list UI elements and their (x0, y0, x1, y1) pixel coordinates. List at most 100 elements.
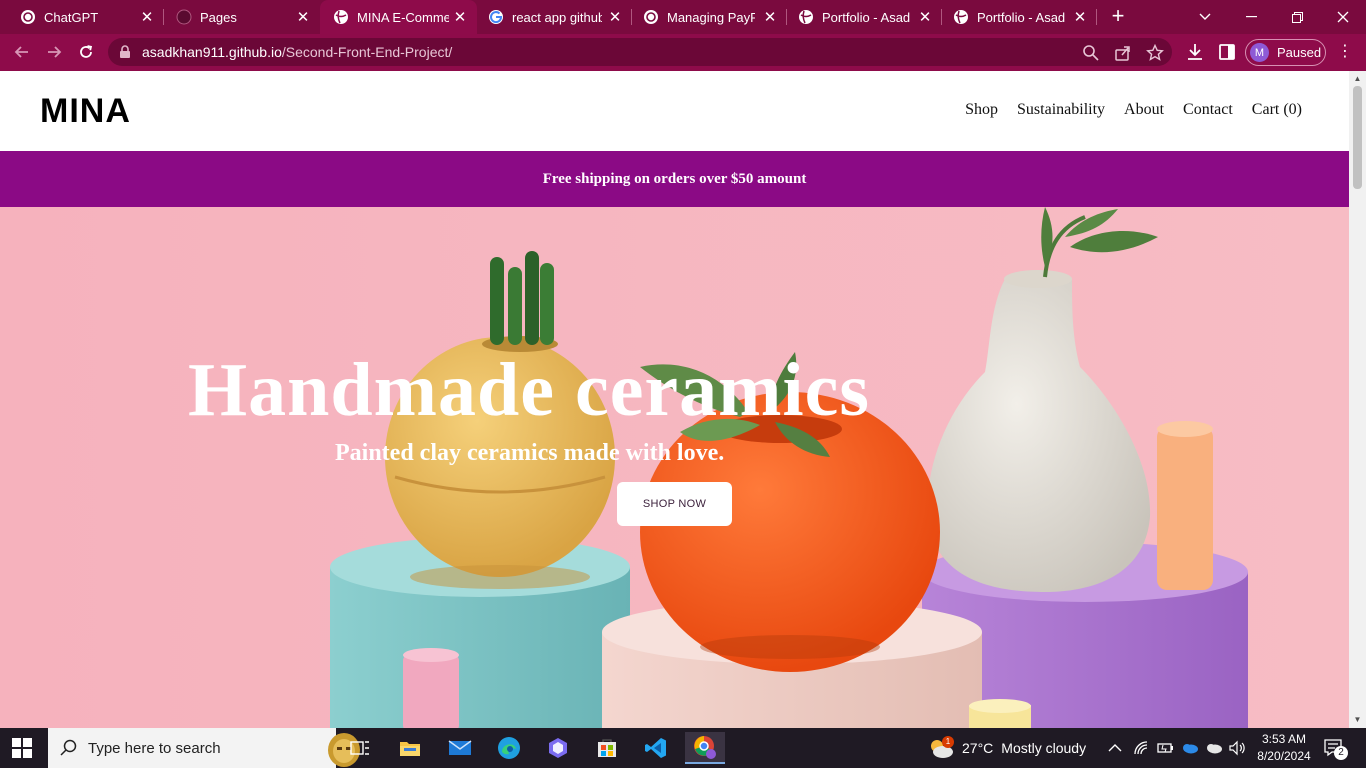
lock-icon[interactable] (119, 45, 131, 59)
promo-banner: Free shipping on orders over $50 amount (0, 151, 1349, 207)
search-placeholder: Type here to search (88, 739, 221, 757)
nav-contact[interactable]: Contact (1183, 101, 1233, 119)
close-tab-icon[interactable]: ✕ (294, 8, 312, 26)
tab-chatgpt[interactable]: ChatGPT ✕ (0, 0, 164, 34)
chrome-button[interactable] (685, 732, 725, 764)
address-bar[interactable]: asadkhan911.github.io/Second-Front-End-P… (108, 38, 1172, 66)
close-tab-icon[interactable]: ✕ (761, 8, 779, 26)
weather-widget[interactable]: 1 27°C Mostly cloudy (928, 728, 1086, 768)
profile-button[interactable]: M Paused (1245, 39, 1326, 66)
browser-menu-icon[interactable]: ⋮ (1337, 42, 1353, 62)
reload-button[interactable] (74, 40, 98, 64)
page-scrollbar[interactable]: ▲ ▼ (1349, 71, 1366, 728)
reload-icon (80, 45, 93, 58)
globe-icon (954, 10, 968, 24)
nav-shop[interactable]: Shop (965, 101, 998, 119)
site-logo[interactable]: MINA (40, 92, 131, 131)
cloud-sync-icon[interactable] (1205, 728, 1223, 768)
tab-mina-ecommerce[interactable]: MINA E-Commerce ✕ (320, 0, 477, 34)
bookmark-star-icon[interactable] (1146, 44, 1164, 62)
scroll-down-icon[interactable]: ▼ (1353, 715, 1362, 724)
clock-time: 3:53 AM (1261, 732, 1307, 746)
tab-portfolio-asad-2[interactable]: Portfolio - Asad ✕ (942, 0, 1097, 34)
mail-button[interactable] (440, 732, 480, 764)
avatar: M (1250, 43, 1269, 62)
nav-about[interactable]: About (1124, 101, 1164, 119)
battery-icon[interactable] (1157, 728, 1175, 768)
volume-icon[interactable] (1228, 728, 1246, 768)
restore-button[interactable] (1274, 0, 1320, 34)
search-icon (60, 739, 77, 756)
taskbar-search-box[interactable]: Type here to search (48, 728, 360, 768)
vscode-button[interactable] (636, 732, 676, 764)
hero-title: Handmade ceramics (188, 348, 870, 432)
tab-portfolio-asad[interactable]: Portfolio - Asad ✕ (787, 0, 942, 34)
tab-title: Portfolio - Asad (822, 9, 911, 25)
nav-sustainability[interactable]: Sustainability (1017, 101, 1105, 119)
url-host: asadkhan911.github.io (142, 44, 282, 60)
show-hidden-icons-button[interactable] (1108, 728, 1122, 768)
minimize-button[interactable] (1228, 0, 1274, 34)
onedrive-icon[interactable] (1181, 728, 1199, 768)
tab-react-app-github[interactable]: react app github ✕ (477, 0, 632, 34)
nav-cart[interactable]: Cart (0) (1252, 101, 1302, 119)
tab-managing-paypal[interactable]: Managing PayPal ✕ (632, 0, 787, 34)
scroll-up-icon[interactable]: ▲ (1353, 74, 1362, 83)
browser-toolbar: asadkhan911.github.io/Second-Front-End-P… (0, 34, 1366, 71)
copilot-button[interactable] (538, 732, 578, 764)
notification-center-button[interactable]: 2 (1324, 728, 1348, 768)
close-tab-icon[interactable]: ✕ (916, 8, 934, 26)
weather-badge: 1 (942, 736, 954, 748)
microsoft-store-button[interactable] (587, 732, 627, 764)
chevron-up-icon (1108, 744, 1122, 752)
close-tab-icon[interactable]: ✕ (138, 8, 156, 26)
new-tab-button[interactable]: + (1106, 5, 1130, 29)
network-icon[interactable] (1133, 728, 1149, 768)
close-tab-icon[interactable]: ✕ (451, 8, 469, 26)
url-text[interactable]: asadkhan911.github.io/Second-Front-End-P… (142, 44, 452, 60)
scrollbar-thumb[interactable] (1353, 86, 1362, 189)
close-window-button[interactable] (1320, 0, 1366, 34)
zoom-search-icon[interactable] (1082, 44, 1100, 62)
share-icon[interactable] (1114, 44, 1132, 62)
tab-pages[interactable]: Pages ✕ (164, 0, 320, 34)
copilot-icon (549, 738, 567, 758)
browser-tab-strip: ChatGPT ✕ Pages ✕ MINA E-Commerce ✕ reac… (0, 0, 1366, 34)
main-nav: Shop Sustainability About Contact Cart (… (965, 101, 1302, 119)
close-tab-icon[interactable]: ✕ (606, 8, 624, 26)
openai-icon (21, 10, 35, 24)
chrome-icon (694, 736, 716, 759)
back-button[interactable] (10, 40, 34, 64)
hero-section: Handmade ceramics Painted clay ceramics … (0, 207, 1349, 728)
shop-now-button[interactable]: SHOP NOW (617, 482, 732, 526)
folder-icon (400, 742, 420, 756)
back-arrow-icon (14, 46, 28, 58)
tab-title: Pages (200, 9, 237, 25)
weather-temperature: 27°C (962, 740, 994, 756)
url-path: /Second-Front-End-Project/ (281, 44, 453, 60)
side-panel-icon[interactable] (1217, 42, 1237, 62)
weather-condition: Mostly cloudy (1001, 740, 1087, 756)
profile-status: Paused (1277, 45, 1322, 60)
page-viewport: MINA Shop Sustainability About Contact C… (0, 71, 1349, 728)
windows-start-icon[interactable] (12, 738, 32, 758)
close-tab-icon[interactable]: ✕ (1071, 8, 1089, 26)
store-icon (598, 739, 616, 757)
forward-button[interactable] (42, 40, 66, 64)
site-header: MINA Shop Sustainability About Contact C… (0, 71, 1349, 151)
tab-title: Portfolio - Asad (977, 9, 1066, 25)
taskbar-clock[interactable]: 3:53 AM 8/20/2024 (1254, 731, 1314, 765)
globe-icon (799, 10, 813, 24)
tab-search-chevron-icon[interactable] (1182, 0, 1228, 34)
mail-icon (448, 740, 472, 755)
task-view-icon (350, 741, 369, 755)
edge-button[interactable] (489, 732, 529, 764)
edge-icon (498, 737, 520, 759)
vscode-icon (645, 738, 666, 758)
google-icon (489, 10, 503, 24)
tab-title: react app github (512, 9, 602, 25)
download-icon[interactable] (1185, 42, 1205, 62)
task-view-button[interactable] (340, 732, 380, 764)
file-explorer-button[interactable] (390, 732, 430, 764)
clock-date: 8/20/2024 (1257, 749, 1311, 763)
